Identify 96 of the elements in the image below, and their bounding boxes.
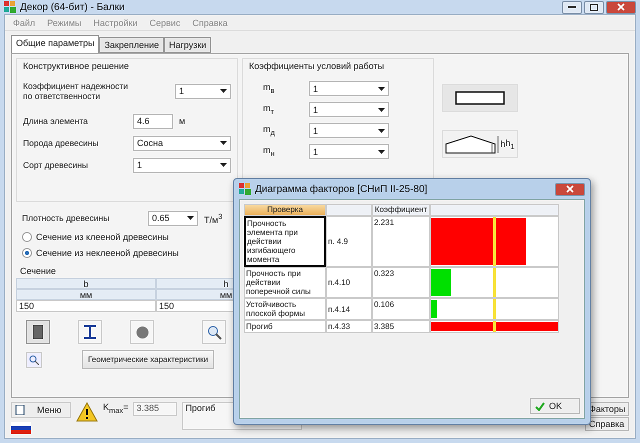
- app-icon: [239, 183, 251, 195]
- check-cell[interactable]: Прогиб: [244, 320, 326, 333]
- dropdown[interactable]: 1: [309, 123, 389, 138]
- flag-icon: [11, 422, 31, 434]
- warning-icon: [76, 402, 98, 422]
- kmax-label: K$_{max}$=: [103, 402, 128, 415]
- coefficient-cell: 2.231: [372, 216, 430, 267]
- tab[interactable]: Общие параметры: [11, 35, 100, 53]
- dropdown[interactable]: 1: [175, 84, 231, 98]
- clause-cell: п.4.14: [326, 298, 372, 320]
- tab[interactable]: Нагрузки: [164, 37, 212, 53]
- maximize-icon: [590, 4, 598, 10]
- dropdown[interactable]: 0.65: [148, 210, 198, 226]
- close-icon: [617, 3, 625, 11]
- caret-icon: [378, 150, 385, 154]
- close-button[interactable]: [606, 0, 636, 14]
- window-title: Декор (64-бит) - Балки: [20, 2, 125, 12]
- unit-label: м: [179, 116, 186, 126]
- field-label: Порода древесины: [23, 138, 100, 148]
- beam-shape-button[interactable]: hh$_{1}$: [442, 130, 518, 158]
- table-cell[interactable]: 150: [16, 300, 156, 312]
- field-label: Длина элемента: [23, 116, 89, 126]
- coefficient-label: m$_{н}$: [263, 145, 275, 156]
- rectangle-icon: [455, 91, 505, 105]
- clause-cell: п. 4.9: [326, 216, 372, 267]
- dropdown[interactable]: 1: [133, 158, 231, 172]
- header-cell: [326, 204, 372, 216]
- radio-label: Сечение из неклееной древесины: [36, 248, 179, 258]
- dropdown[interactable]: 1: [309, 144, 389, 159]
- menu-button[interactable]: Меню: [11, 402, 71, 418]
- coefficient-label: m$_{т}$: [263, 103, 274, 114]
- magnifier-icon: [206, 324, 222, 340]
- limit-line: [493, 299, 496, 319]
- document-icon: [15, 405, 25, 415]
- gable-beam-icon: [445, 134, 500, 154]
- close-icon: [566, 185, 574, 193]
- coefficient-label: m$_{в}$: [263, 82, 274, 92]
- circle-section-icon: [136, 326, 148, 338]
- radio-button[interactable]: [22, 232, 32, 242]
- ok-button[interactable]: OK: [530, 398, 580, 414]
- dropdown[interactable]: Сосна: [133, 136, 231, 150]
- clause-cell: п.4.33: [326, 320, 372, 333]
- caret-icon: [378, 128, 385, 132]
- group-title: Конструктивное решение: [23, 61, 130, 71]
- check-cell[interactable]: Устойчивость плоской формы: [244, 298, 326, 320]
- caret-icon: [378, 108, 385, 112]
- app-icon: [4, 1, 16, 13]
- coefficient-cell: 0.323: [372, 267, 430, 298]
- beam-shape-button[interactable]: [442, 84, 518, 112]
- radio-button[interactable]: [22, 248, 32, 258]
- check-cell[interactable]: Прочность элемента при действии изгибающего момента: [244, 216, 326, 267]
- input-field[interactable]: 4.6: [133, 114, 173, 128]
- geometry-button[interactable]: Геометрические характеристики: [82, 350, 214, 369]
- unit-header: мм: [16, 289, 156, 300]
- side-button[interactable]: Справка: [585, 417, 629, 431]
- magnifier-icon: [29, 354, 39, 364]
- section-shape-button[interactable]: [78, 320, 102, 344]
- limit-line: [493, 268, 496, 297]
- field-label: Плотность древесины: [22, 213, 110, 223]
- coefficient-cell: 3.385: [372, 320, 430, 333]
- tab[interactable]: Закрепление: [99, 37, 164, 53]
- coefficient-cell: 0.106: [372, 298, 430, 320]
- section-shape-button[interactable]: [26, 320, 50, 344]
- group-title: Коэффициенты условий работы: [249, 61, 386, 71]
- clause-cell: п.4.10: [326, 267, 372, 298]
- caret-icon: [187, 216, 194, 220]
- column-header: Коэффициент: [372, 204, 430, 216]
- caret-icon: [220, 141, 227, 145]
- dialog-title: Диаграмма факторов [СНиП II-25-80]: [255, 184, 428, 194]
- zoom-button[interactable]: [202, 320, 226, 344]
- kmax-field: 3.385: [133, 402, 178, 416]
- column-header: Проверка: [244, 204, 326, 216]
- i-beam-icon: [84, 325, 96, 339]
- preview-button[interactable]: [26, 352, 42, 368]
- coefficient-label: m$_{д}$: [263, 124, 275, 134]
- dimension-label: h$_{1}$: [505, 138, 515, 150]
- field-label: Коэффициент надежности по ответственности: [23, 81, 130, 101]
- column-header: b: [16, 278, 156, 289]
- unit-label: Т/м$^{3}$: [204, 214, 222, 224]
- caret-icon: [378, 86, 385, 90]
- close-button[interactable]: [555, 182, 585, 196]
- dropdown[interactable]: 1: [309, 102, 389, 117]
- minimize-button[interactable]: [562, 0, 582, 14]
- checkmark-icon: [535, 402, 545, 410]
- rectangle-section-icon: [33, 325, 43, 339]
- minimize-icon: [568, 6, 576, 8]
- dropdown[interactable]: 1: [309, 81, 389, 96]
- caret-icon: [220, 89, 227, 93]
- section-title: Сечение: [20, 266, 57, 276]
- limit-line: [493, 217, 496, 266]
- field-label: Сорт древесины: [23, 160, 90, 170]
- radio-label: Сечение из клееной древесины: [36, 232, 169, 242]
- caret-icon: [220, 163, 227, 167]
- maximize-button[interactable]: [584, 0, 604, 14]
- dimension-label: h: [500, 139, 506, 149]
- check-cell[interactable]: Прочность при действии поперечной силы: [244, 267, 326, 298]
